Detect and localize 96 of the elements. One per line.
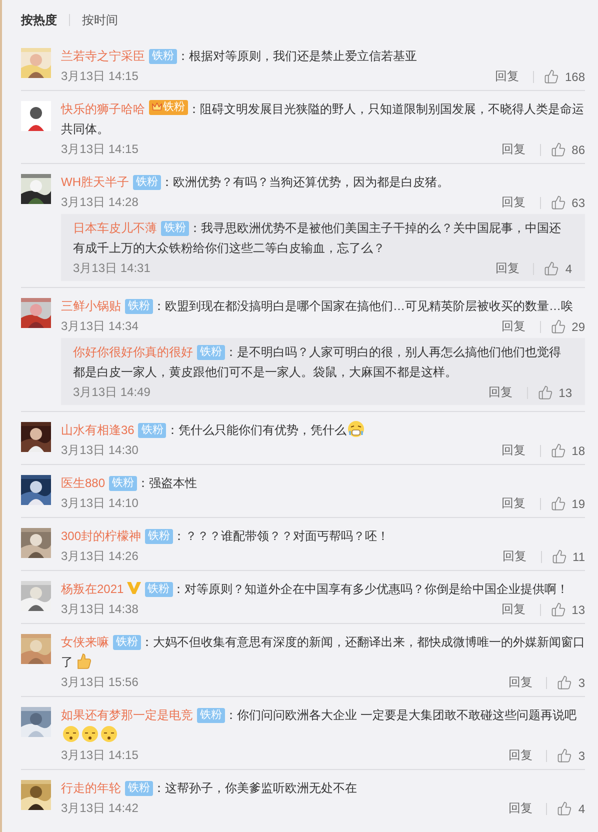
comment-date: 3月13日 14:34 [61, 318, 140, 335]
comment-text: 如果还有梦那一定是电竞 铁粉 ：你们问问欧洲各大企业 一定要是大集团敢不敢碰这些问题再说吧 [61, 705, 585, 745]
thumbs-up-icon [550, 496, 566, 511]
thumbs-up-icon [544, 261, 560, 276]
comment-text: 快乐的狮子哈哈 铁粉 ：阻碍文明发展目光狭隘的野人，只知道限制别国发展，不晓得人类是命运共同体。 [61, 99, 585, 138]
comment-text: 你好你很好你真的很好 铁粉 ：是不明白吗？人家可明白的很，别人再怎么搞他们他们也觉得都是白皮一家人，黄皮跟他们可不是一家人。袋鼠，大麻国不都是这样。 [73, 344, 562, 381]
comment-text: 日本车皮儿不薄 铁粉 ：我寻思欧洲优势不是被他们美国主子干掉的么？关中国屁事，中国还有成千上万的大众铁粉给你们这些二等白皮输血，忘了么？ [73, 220, 562, 257]
reply-link[interactable]: 回复 [508, 747, 532, 764]
like-button[interactable]: 86 [550, 142, 585, 157]
thumbs-up-icon [550, 142, 566, 157]
user-name-link[interactable]: 医生880 [61, 476, 106, 490]
reply-link[interactable]: 回复 [502, 141, 526, 158]
user-name-link[interactable]: WH胜天半子 [61, 175, 129, 189]
thumbs-up-icon [538, 385, 553, 400]
thumbs-up-icon [544, 69, 559, 84]
user-name-link[interactable]: 300封的柠檬神 [61, 529, 142, 543]
thumbs-up-icon [550, 319, 566, 334]
like-button[interactable]: 29 [550, 319, 585, 334]
sort-tab[interactable]: 按时间 [82, 12, 118, 28]
comment-date: 3月13日 14:15 [61, 68, 140, 85]
reply-link[interactable]: 回复 [495, 260, 520, 277]
reply-link[interactable]: 回复 [502, 495, 526, 512]
like-button[interactable]: 4 [544, 261, 572, 276]
like-button[interactable]: 19 [550, 496, 585, 511]
comment-text: 300封的柠檬神 铁粉 ：？？？谁配带领？？对面丐帮吗？呸！ [61, 528, 390, 546]
user-name-link[interactable]: 快乐的狮子哈哈 [61, 102, 145, 116]
thumbs-up-icon [550, 195, 566, 210]
fan-badge: 铁粉 [145, 529, 174, 544]
like-button[interactable]: 63 [550, 195, 585, 210]
user-name-link[interactable]: 兰若寺之宁采臣 [61, 49, 145, 63]
fan-badge: 铁粉 [125, 781, 153, 796]
comment-text: 杨叛在2021 铁粉 ：对等原则？知道外企在中国享有多少优惠吗？你倒是给中国企业提供啊！ [61, 581, 570, 599]
user-name-link[interactable]: 杨叛在2021 [61, 582, 124, 596]
like-button[interactable]: 168 [544, 69, 585, 84]
thumbs-up-icon [550, 443, 566, 458]
reply-link[interactable]: 回复 [502, 318, 526, 335]
reply-link[interactable]: 回复 [508, 800, 532, 817]
reply-link[interactable]: 回复 [502, 442, 526, 459]
fan-badge: 铁粉 [149, 49, 177, 64]
comment-date: 3月13日 14:31 [73, 260, 152, 277]
fan-badge: 铁粉 [197, 708, 225, 723]
thumbs-up-icon [557, 748, 572, 763]
fan-badge: 铁粉 [125, 299, 153, 314]
fan-badge: 铁粉 [161, 221, 189, 236]
like-button[interactable]: 3 [557, 748, 585, 763]
fan-badge: 铁粉 [138, 423, 166, 438]
comment-date: 3月13日 14:15 [61, 747, 140, 764]
user-name-link[interactable]: 山水有相逢36 [61, 423, 134, 437]
reply-link[interactable]: 回复 [488, 384, 513, 401]
fan-badge: 铁粉 [149, 100, 188, 114]
like-button[interactable]: 13 [538, 385, 572, 400]
like-button[interactable]: 3 [557, 675, 585, 690]
comment-text: 行走的年轮 铁粉 ：这帮孙子，你美爹监听欧洲无处不在 [61, 780, 358, 798]
reply-link[interactable]: 回复 [494, 68, 519, 85]
like-button[interactable]: 18 [550, 443, 585, 458]
emoji-icon [62, 725, 80, 743]
comment-text: 三鲜小锅贴 铁粉 ：欧盟到现在都没搞明白是哪个国家在搞他们…可见精英阶层被收买的数量…唉 [61, 298, 574, 316]
fan-badge: 铁粉 [113, 635, 141, 650]
emoji-icon [81, 725, 99, 743]
sort-tab[interactable]: 按热度 [21, 12, 57, 28]
like-button[interactable]: 4 [557, 801, 585, 816]
fan-badge: 铁粉 [197, 345, 225, 360]
thumbs-up-icon [557, 801, 572, 816]
user-name-link[interactable]: 如果还有梦那一定是电竞 [61, 708, 193, 722]
like-button[interactable]: 11 [552, 549, 585, 564]
comment-text: WH胜天半子 铁粉 ：欧洲优势？有吗？当狗还算优势，因为都是白皮猪。 [61, 174, 450, 192]
fan-badge: 铁粉 [144, 582, 173, 597]
user-name-link[interactable]: 行走的年轮 [61, 781, 121, 795]
user-name-link[interactable]: 三鲜小锅贴 [61, 299, 121, 313]
comment-date: 3月13日 14:38 [61, 601, 140, 618]
comment-date: 3月13日 14:49 [73, 384, 152, 401]
comment-date: 3月13日 14:42 [61, 800, 140, 817]
like-button[interactable]: 13 [550, 602, 585, 617]
comment-date: 3月13日 14:28 [61, 194, 140, 211]
emoji-icon [347, 420, 366, 438]
comment-text: 女侠来嘛 铁粉 ：大妈不但收集有意思有深度的新闻，还翻译出来，都快成微博唯一的外媒新闻窗口了 [61, 634, 585, 672]
fan-badge: 铁粉 [133, 175, 161, 190]
comment-date: 3月13日 14:15 [61, 141, 140, 158]
thumbs-up-icon [552, 549, 567, 564]
comment-text: 兰若寺之宁采臣 铁粉 ：根据对等原则，我们还是禁止爱立信若基亚 [61, 48, 418, 66]
fan-badge: 铁粉 [109, 476, 138, 491]
comment-date: 3月13日 14:26 [61, 548, 140, 565]
reply-link[interactable]: 回复 [502, 601, 526, 618]
comment-text: 山水有相逢36 铁粉 ：凭什么只能你们有优势，凭什么 [61, 420, 585, 440]
emoji-icon [100, 725, 118, 743]
reply-link[interactable]: 回复 [502, 548, 527, 565]
reply-link[interactable]: 回复 [502, 194, 526, 211]
user-name-link[interactable]: 女侠来嘛 [61, 635, 109, 649]
thumbs-up-icon [557, 675, 572, 690]
thumbs-up-icon [550, 602, 566, 617]
comment-date: 3月13日 15:56 [61, 674, 140, 691]
comment-text: 医生880 铁粉 ：强盗本性 [61, 475, 198, 493]
comment-date: 3月13日 14:10 [61, 495, 140, 512]
crown-icon [152, 102, 162, 112]
reply-link[interactable]: 回复 [508, 674, 532, 691]
comment-date: 3月13日 14:30 [61, 442, 140, 459]
